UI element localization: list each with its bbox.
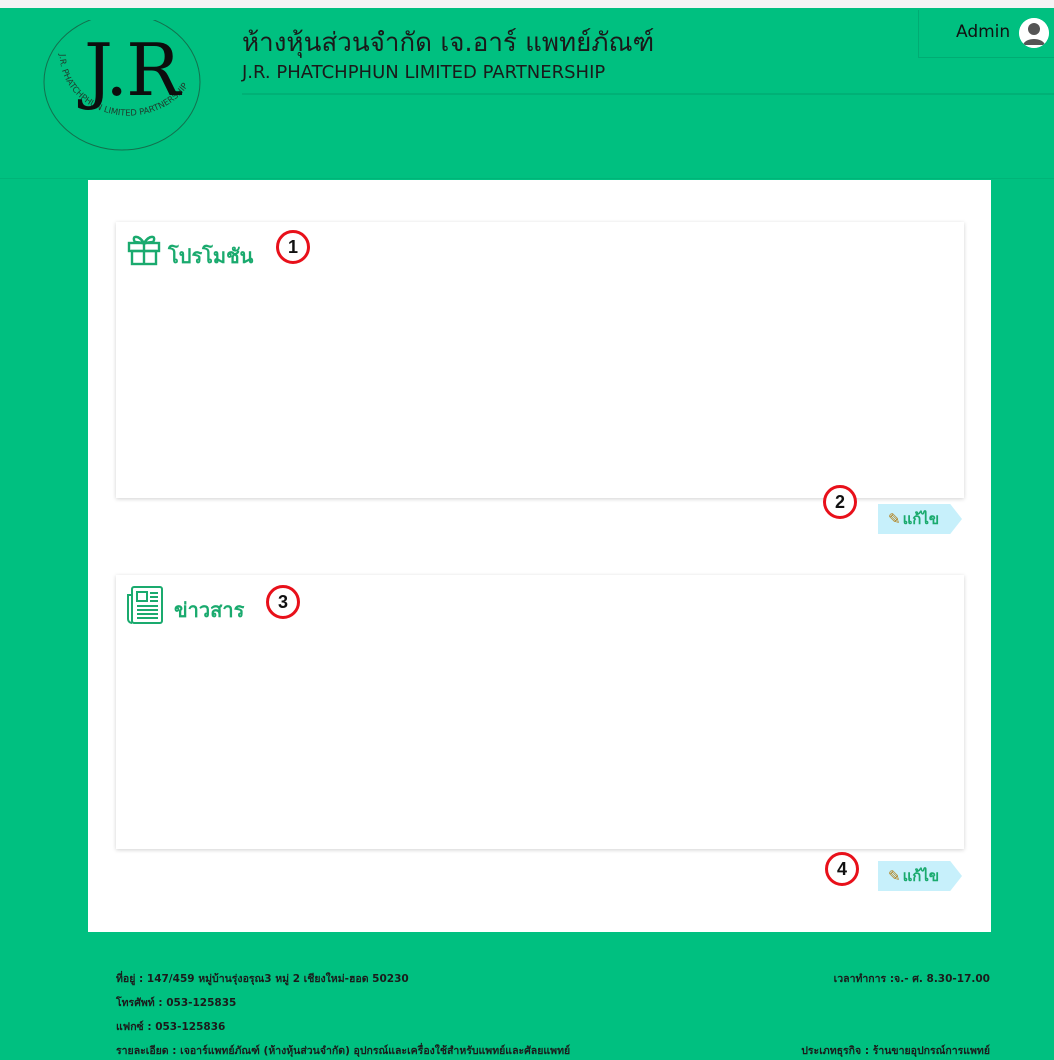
promotion-title: โปรโมชัน [168, 244, 254, 268]
footer-hours: เวลาทำการ :จ.- ศ. 8.30-17.00 [833, 973, 990, 985]
title-divider [242, 93, 1054, 95]
logo-text: J.R [84, 28, 180, 112]
newspaper-icon [126, 585, 164, 625]
company-title-english: J.R. PHATCHPHUN LIMITED PARTNERSHIP [242, 62, 606, 83]
company-logo[interactable]: J.R. PHATCHPHUN LIMITED PARTNERSHIP J.R [32, 20, 212, 160]
user-label[interactable]: Admin [956, 22, 1010, 42]
annotation-badge-1: 1 [276, 230, 310, 264]
annotation-badge-3: 3 [266, 585, 300, 619]
footer-business-type: ประเภทธุรกิจ : ร้านขายอุปกรณ์การแพทย์ [801, 1045, 990, 1057]
annotation-badge-4: 4 [825, 852, 859, 886]
top-strip [0, 0, 1054, 8]
gift-icon [126, 230, 162, 266]
footer-fax: แฟกซ์ : 053-125836 [116, 1021, 226, 1033]
news-title: ข่าวสาร [174, 598, 245, 622]
user-avatar-icon[interactable] [1019, 18, 1049, 48]
edit-label: แก้ไข [902, 510, 940, 528]
edit-label: แก้ไข [902, 867, 940, 885]
news-edit-button[interactable]: ✎ แก้ไข [878, 861, 962, 891]
annotation-badge-2: 2 [823, 485, 857, 519]
footer-address: ที่อยู่ : 147/459 หมู่บ้านรุ่งอรุณ3 หมู่… [116, 973, 409, 985]
header-separator [0, 178, 1054, 179]
footer-details: รายละเอียด : เจอาร์แพทย์ภัณฑ์ (ห้างหุ้นส… [116, 1045, 571, 1057]
footer-phone: โทรศัพท์ : 053-125835 [116, 997, 237, 1009]
promotion-edit-button[interactable]: ✎ แก้ไข [878, 504, 962, 534]
company-title-thai: ห้างหุ้นส่วนจำกัด เจ.อาร์ แพทย์ภัณฑ์ [242, 28, 655, 58]
pencil-icon: ✎ [888, 510, 901, 528]
pencil-icon: ✎ [888, 867, 901, 885]
